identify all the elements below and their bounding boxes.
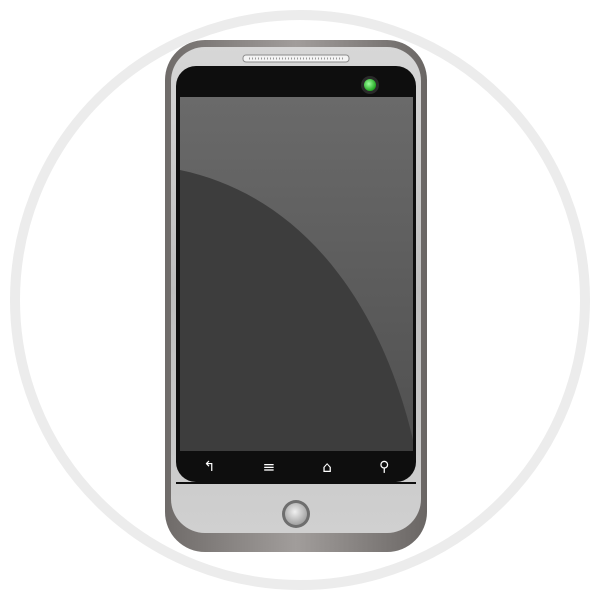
home-button[interactable] [285, 503, 307, 525]
home-button-layer [282, 500, 310, 528]
illustration-canvas: ↰ ≡ ⌂ ⚲ [0, 0, 600, 600]
